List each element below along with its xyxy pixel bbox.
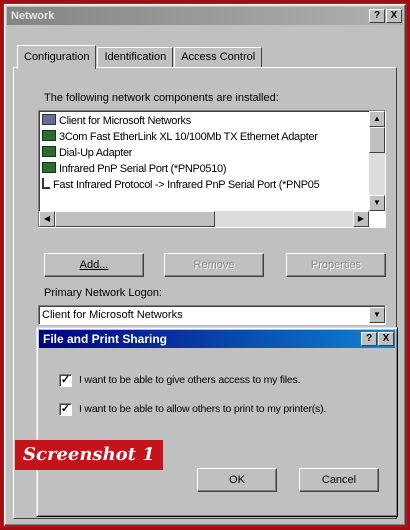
close-button[interactable]: X bbox=[386, 9, 402, 23]
list-item-label: 3Com Fast EtherLink XL 10/100Mb TX Ether… bbox=[59, 131, 318, 143]
primary-logon-select[interactable]: Client for Microsoft Networks ▼ bbox=[38, 305, 386, 325]
primary-logon-label: Primary Network Logon: bbox=[44, 287, 162, 299]
list-item[interactable]: Infrared PnP Serial Port (*PNP0510) bbox=[42, 161, 227, 177]
components-label: The following network components are ins… bbox=[44, 92, 279, 104]
adapter-icon bbox=[42, 162, 56, 173]
share-printers-checkbox[interactable]: ✓ bbox=[59, 403, 72, 416]
adapter-icon bbox=[42, 146, 56, 157]
vertical-scrollbar[interactable]: ▲ ▼ bbox=[369, 111, 385, 211]
horizontal-scrollbar[interactable]: ◀ ▶ bbox=[39, 211, 369, 227]
list-item[interactable]: Dial-Up Adapter bbox=[42, 145, 132, 161]
components-list[interactable]: Client for Microsoft Networks 3Com Fast … bbox=[38, 110, 386, 228]
scroll-left-icon[interactable]: ◀ bbox=[39, 211, 55, 227]
primary-logon-value: Client for Microsoft Networks bbox=[42, 309, 183, 321]
dialog-title: File and Print Sharing bbox=[43, 332, 168, 346]
chevron-down-icon[interactable]: ▼ bbox=[369, 307, 385, 323]
add-button-label: Add... bbox=[79, 259, 109, 271]
tab-access-control[interactable]: Access Control bbox=[174, 47, 263, 68]
help-button[interactable]: ? bbox=[369, 9, 385, 23]
screenshot-caption: Screenshot 1 bbox=[15, 440, 163, 470]
hscroll-thumb[interactable] bbox=[55, 211, 215, 227]
scroll-thumb[interactable] bbox=[369, 127, 385, 153]
client-icon bbox=[42, 114, 56, 125]
properties-button[interactable]: Properties bbox=[286, 253, 386, 277]
cancel-button[interactable]: Cancel bbox=[299, 468, 379, 492]
dialog-help-button[interactable]: ? bbox=[361, 332, 377, 346]
file-print-sharing-dialog: File and Print Sharing ? X ✓ I want to b… bbox=[36, 327, 398, 517]
share-printers-label: I want to be able to allow others to pri… bbox=[79, 403, 327, 415]
list-item-label: Infrared PnP Serial Port (*PNP0510) bbox=[59, 163, 227, 175]
share-files-label: I want to be able to give others access … bbox=[79, 374, 301, 386]
scroll-right-icon[interactable]: ▶ bbox=[353, 211, 369, 227]
share-files-checkbox[interactable]: ✓ bbox=[59, 374, 72, 387]
list-item-label: Client for Microsoft Networks bbox=[59, 115, 191, 127]
list-item[interactable]: Fast Infrared Protocol -> Infrared PnP S… bbox=[42, 177, 368, 193]
protocol-icon bbox=[42, 178, 50, 189]
tab-configuration[interactable]: Configuration bbox=[17, 45, 97, 69]
dialog-titlebar[interactable]: File and Print Sharing ? X bbox=[39, 330, 395, 348]
list-item[interactable]: 3Com Fast EtherLink XL 10/100Mb TX Ether… bbox=[42, 129, 318, 145]
list-item[interactable]: Client for Microsoft Networks bbox=[42, 113, 191, 129]
tab-strip: Configuration Identification Access Cont… bbox=[17, 45, 263, 69]
add-button[interactable]: Add... bbox=[44, 253, 144, 277]
remove-button[interactable]: Remove bbox=[164, 253, 264, 277]
adapter-icon bbox=[42, 130, 56, 141]
ok-button[interactable]: OK bbox=[197, 468, 277, 492]
list-item-label: Fast Infrared Protocol -> Infrared PnP S… bbox=[53, 179, 320, 191]
window-titlebar[interactable]: Network ? X bbox=[7, 7, 403, 25]
dialog-close-button[interactable]: X bbox=[378, 332, 394, 346]
tab-identification[interactable]: Identification bbox=[97, 47, 174, 68]
scroll-up-icon[interactable]: ▲ bbox=[369, 111, 385, 127]
list-item-label: Dial-Up Adapter bbox=[59, 147, 133, 159]
window-title: Network bbox=[11, 10, 55, 22]
scroll-down-icon[interactable]: ▼ bbox=[369, 195, 385, 211]
